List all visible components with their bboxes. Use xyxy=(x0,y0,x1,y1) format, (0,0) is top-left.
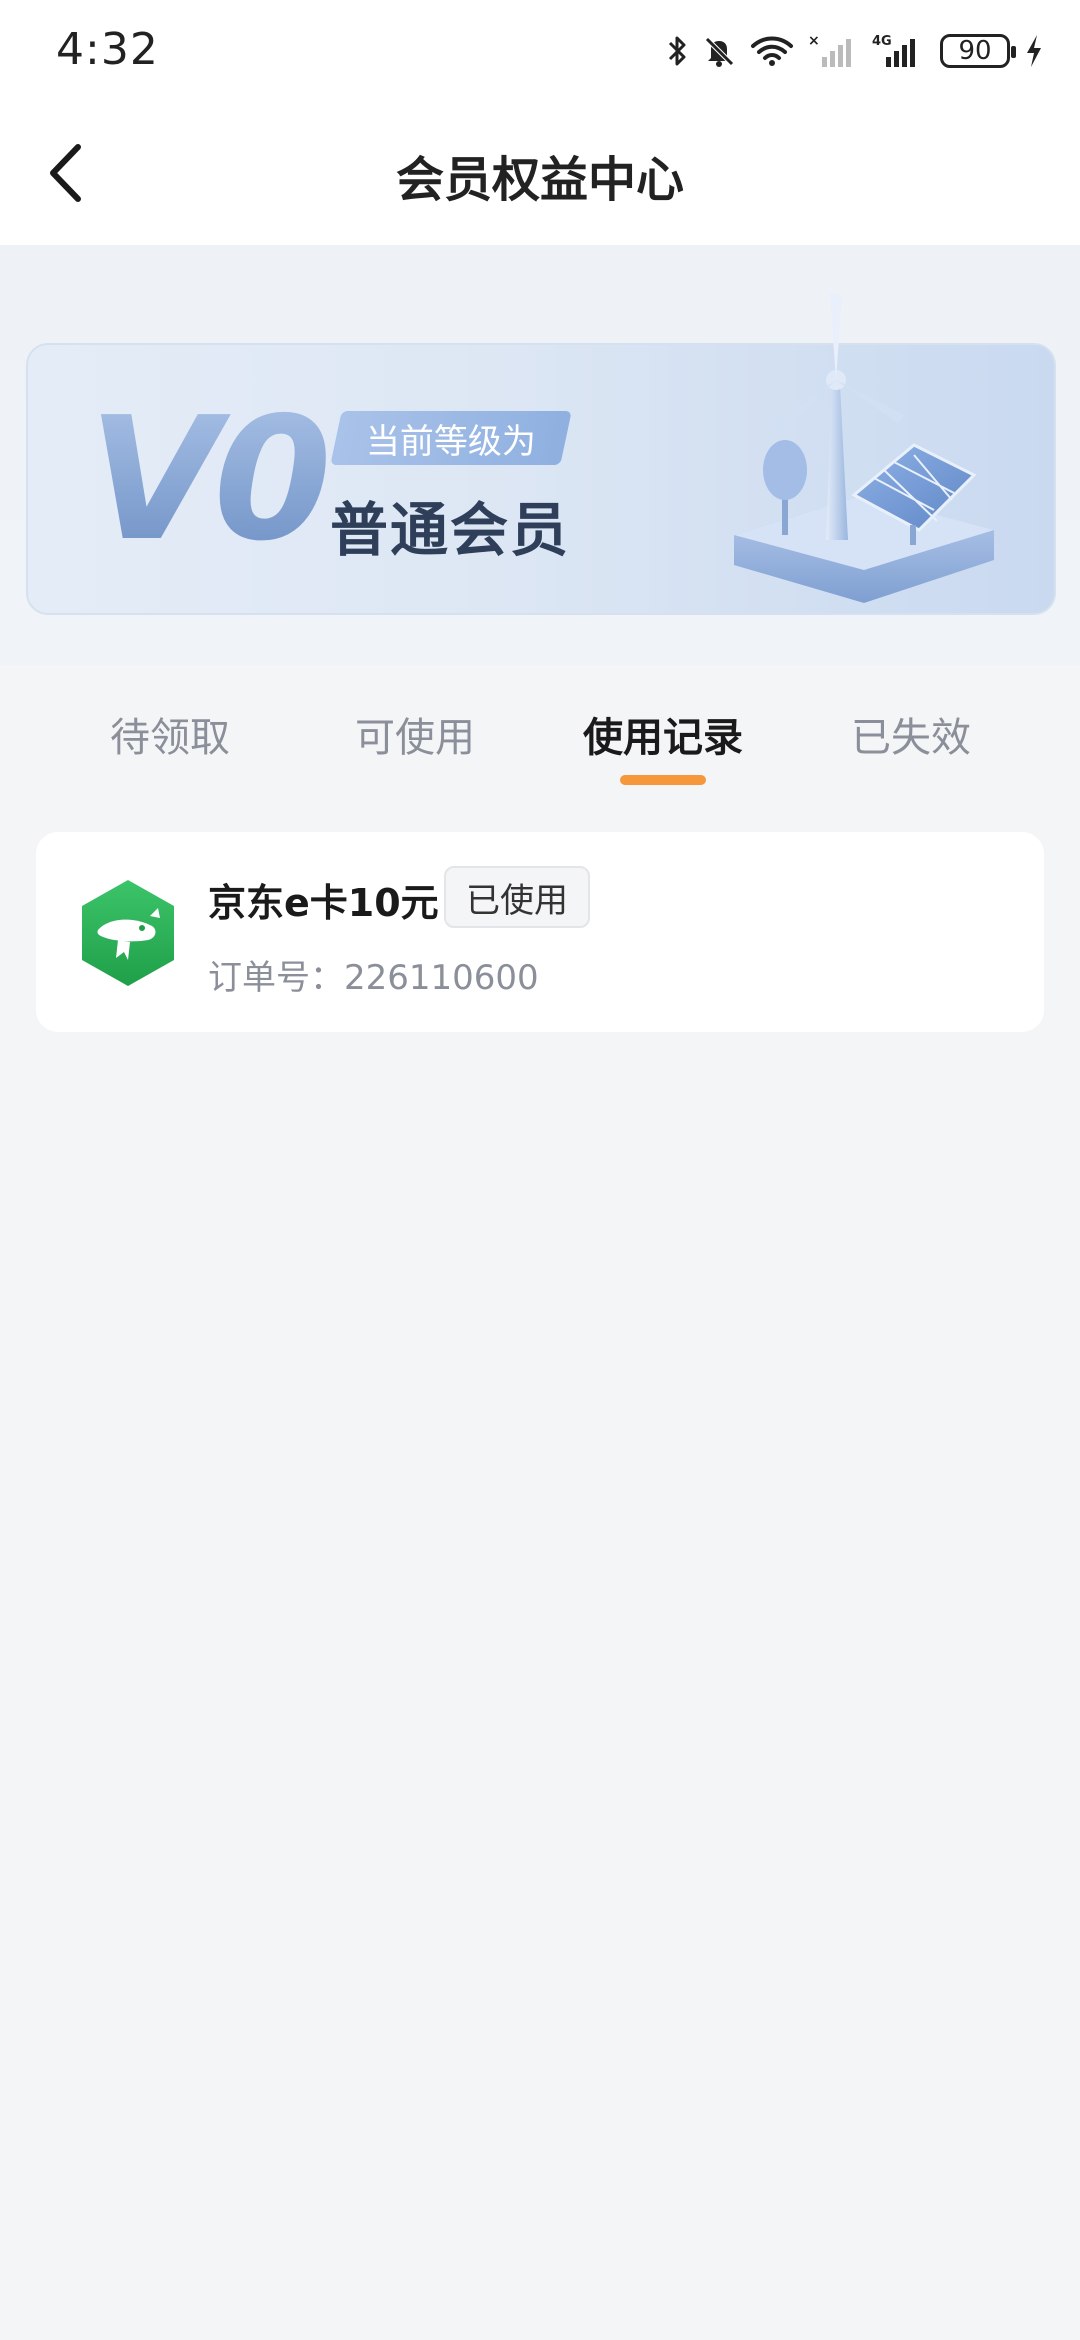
status-badge: 已使用 xyxy=(444,866,590,928)
active-tab-indicator xyxy=(620,775,706,785)
bluetooth-icon xyxy=(666,34,688,68)
wifi-icon xyxy=(750,34,794,68)
order-value: 226110600 xyxy=(344,958,539,998)
record-card[interactable]: 京东e卡10元 已使用 订单号：226110600 xyxy=(36,832,1044,1032)
membership-level-card: V0 当前等级为 普通会员 xyxy=(26,293,1056,615)
record-title: 京东e卡10元 xyxy=(208,881,439,925)
signal-4g-icon: 4G xyxy=(872,33,926,69)
level-code: V0 xyxy=(88,381,332,579)
level-tag-label: 当前等级为 xyxy=(366,421,536,462)
level-name: 普通会员 xyxy=(330,496,571,564)
status-bar: 4:32 × 4G 90 xyxy=(0,0,1080,100)
tab-usage-history[interactable]: 使用记录 xyxy=(538,705,788,763)
signal-off-icon: × xyxy=(808,33,858,69)
page: 4:32 × 4G 90 会员权益中心 V0 当前等级为 普通会员 待领取 可使… xyxy=(0,0,1080,2340)
jd-logo-icon xyxy=(82,880,174,986)
order-number: 订单号：226110600 xyxy=(208,950,539,999)
battery-icon: 90 xyxy=(940,34,1016,68)
mute-icon xyxy=(702,34,736,68)
tab-expired[interactable]: 已失效 xyxy=(786,705,1036,763)
status-time: 4:32 xyxy=(56,24,159,75)
charging-icon xyxy=(1024,33,1044,69)
battery-level: 90 xyxy=(958,36,992,66)
svg-text:4G: 4G xyxy=(872,34,892,49)
tab-available[interactable]: 可使用 xyxy=(290,705,540,763)
page-title: 会员权益中心 xyxy=(395,152,684,208)
wind-solar-illustration xyxy=(734,293,994,603)
tab-to-claim[interactable]: 待领取 xyxy=(45,705,295,763)
svg-text:×: × xyxy=(808,33,820,49)
tab-bar: 待领取 可使用 使用记录 已失效 xyxy=(0,665,1080,795)
banner-area: V0 当前等级为 普通会员 xyxy=(0,245,1080,665)
order-label: 订单号： xyxy=(208,958,344,998)
level-tag: 当前等级为 xyxy=(330,411,572,465)
header-bar: 会员权益中心 xyxy=(0,100,1080,245)
status-icons: × 4G 90 xyxy=(666,26,1044,76)
